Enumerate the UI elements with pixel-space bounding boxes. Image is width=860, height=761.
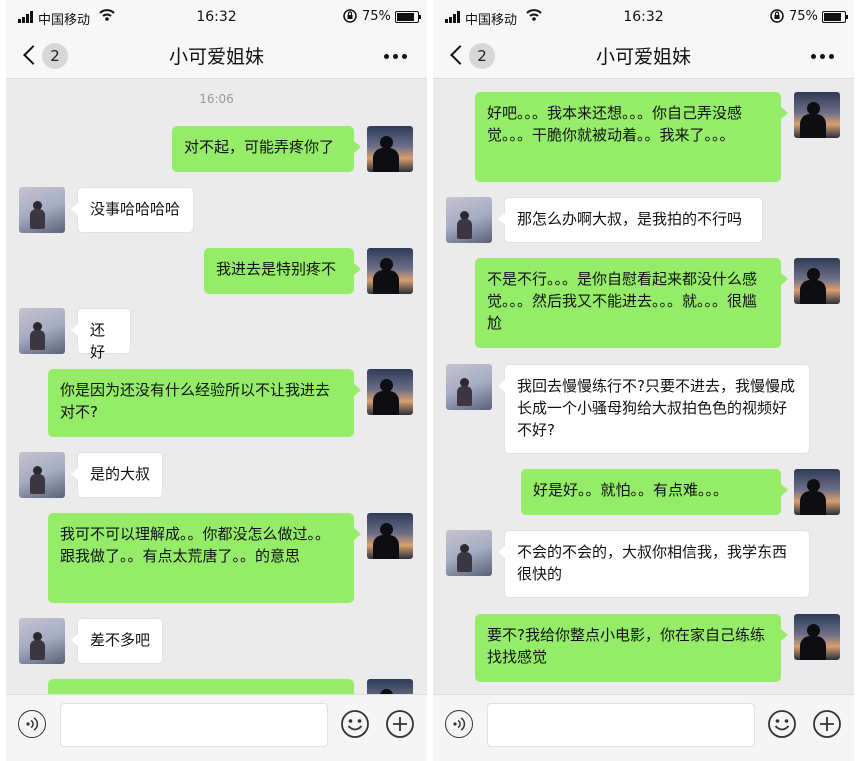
- contact-avatar[interactable]: [19, 618, 65, 664]
- input-bar: [433, 694, 854, 761]
- incoming-message[interactable]: 差不多吧: [71, 618, 163, 664]
- outgoing-message[interactable]: 要不?我给你整点小电影，你在家自己练练找找感觉: [475, 614, 788, 682]
- message-list[interactable]: 16:06 对不起，可能弄疼你了 没事哈哈哈哈 我进去是特别疼不 还好 你是因为…: [6, 79, 427, 694]
- incoming-message[interactable]: 我回去慢慢练行不?只要不进去，我慢慢成长成一个小骚母狗给大叔拍色色的视频好不好?: [498, 364, 810, 454]
- message-timestamp: 16:06: [199, 92, 234, 106]
- incoming-message[interactable]: 还好: [71, 308, 131, 361]
- my-avatar[interactable]: [794, 258, 840, 304]
- outgoing-message[interactable]: 我进去是特别疼不: [204, 248, 361, 294]
- chat-title: 小可爱姐妹: [168, 46, 264, 68]
- my-avatar[interactable]: [794, 92, 840, 138]
- my-avatar[interactable]: [367, 369, 413, 415]
- my-avatar[interactable]: [367, 126, 413, 172]
- outgoing-message[interactable]: 好是好。。就怕。。有点难。。。: [521, 469, 788, 515]
- outgoing-message[interactable]: 对不起，可能弄疼你了: [172, 126, 361, 172]
- right-chat-screen: 中国移动 16:32 75% 2 小可爱姐妹 好吧。。。我本来还想。。。你自己弄…: [433, 0, 854, 761]
- battery-fill: [824, 13, 841, 21]
- battery-fill: [397, 13, 414, 21]
- incoming-message[interactable]: 那怎么办啊大叔，是我拍的不行吗: [498, 197, 763, 243]
- chat-title: 小可爱姐妹: [595, 46, 691, 68]
- battery-icon: [822, 11, 848, 23]
- my-avatar[interactable]: [794, 614, 840, 660]
- my-avatar[interactable]: [367, 248, 413, 294]
- voice-icon: [26, 717, 39, 731]
- contact-avatar[interactable]: [19, 308, 65, 354]
- lock-icon: [770, 9, 784, 23]
- left-chat-screen: 中国移动 16:32 75% 2 小可爱姐妹 16:06 对不起，可能弄疼你了 …: [6, 0, 427, 761]
- plus-icon[interactable]: [812, 709, 842, 739]
- my-avatar[interactable]: [794, 469, 840, 515]
- contact-avatar[interactable]: [446, 530, 492, 576]
- nav-bar: 2 小可爱姐妹: [6, 32, 427, 79]
- contact-avatar[interactable]: [19, 187, 65, 233]
- voice-icon: [453, 717, 466, 731]
- contact-avatar[interactable]: [446, 197, 492, 243]
- message-input[interactable]: [60, 703, 328, 747]
- battery-percent: 75%: [789, 9, 818, 24]
- more-button[interactable]: [810, 46, 836, 66]
- outgoing-message[interactable]: 好吧。。。我本来还想。。。你自己弄没感觉。。。干脆你就被动着。。我来了。。。: [475, 92, 788, 182]
- contact-avatar[interactable]: [446, 364, 492, 410]
- emoji-icon[interactable]: [767, 709, 797, 739]
- outgoing-message[interactable]: 我可不可以理解成。。你都没怎么做过。。跟我做了。。有点太荒唐了。。的意思: [48, 513, 361, 603]
- status-bar: 中国移动 16:32 75%: [6, 0, 427, 32]
- voice-button[interactable]: [18, 710, 46, 738]
- battery-percent: 75%: [362, 9, 391, 24]
- incoming-message[interactable]: 没事哈哈哈哈: [71, 187, 194, 233]
- input-bar: [6, 694, 427, 761]
- outgoing-message[interactable]: 不是不行。。。是你自慰看起来都没什么感觉。。。然后我又不能进去。。。就。。。很尴…: [475, 258, 788, 348]
- my-avatar[interactable]: [367, 679, 413, 694]
- plus-icon[interactable]: [385, 709, 415, 739]
- emoji-icon[interactable]: [340, 709, 370, 739]
- lock-icon: [343, 9, 357, 23]
- message-input[interactable]: [487, 703, 755, 747]
- contact-avatar[interactable]: [19, 452, 65, 498]
- status-bar: 中国移动 16:32 75%: [433, 0, 854, 32]
- more-button[interactable]: [383, 46, 409, 66]
- message-list[interactable]: 好吧。。。我本来还想。。。你自己弄没感觉。。。干脆你就被动着。。我来了。。。 那…: [433, 79, 854, 694]
- outgoing-message-partial[interactable]: [48, 679, 354, 694]
- my-avatar[interactable]: [367, 513, 413, 559]
- outgoing-message[interactable]: 你是因为还没有什么经验所以不让我进去对不?: [48, 369, 361, 437]
- incoming-message[interactable]: 不会的不会的，大叔你相信我，我学东西很快的: [498, 530, 810, 598]
- voice-button[interactable]: [445, 710, 473, 738]
- battery-icon: [395, 11, 421, 23]
- incoming-message[interactable]: 是的大叔: [71, 452, 163, 498]
- nav-bar: 2 小可爱姐妹: [433, 32, 854, 79]
